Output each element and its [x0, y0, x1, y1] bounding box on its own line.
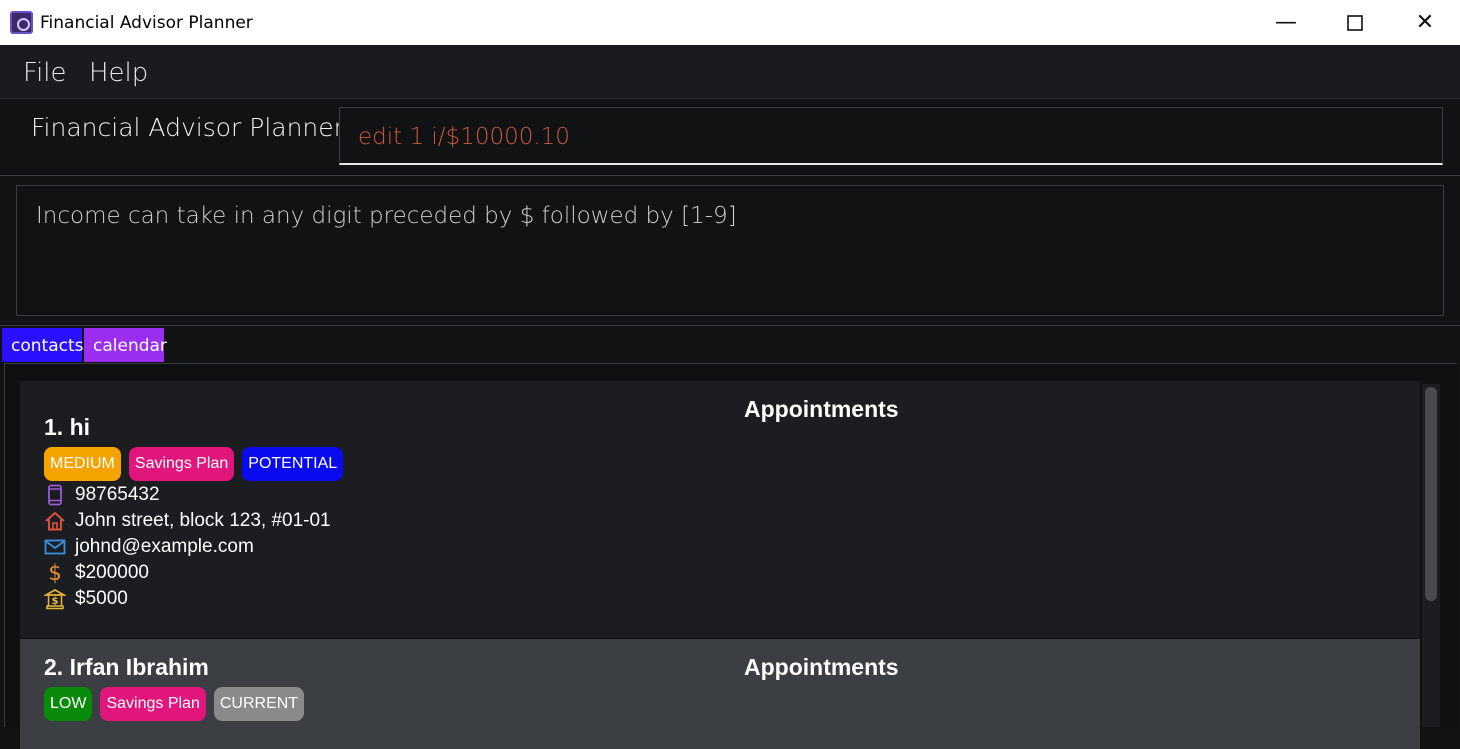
contact-list[interactable]: 1. hi MEDIUM Savings Plan POTENTIAL 987654… — [4, 363, 1457, 749]
tag-priority: LOW — [44, 687, 93, 721]
command-area: Financial Advisor Planner edit 1 i/$1000… — [0, 99, 1460, 176]
phone-icon — [48, 484, 62, 506]
maximize-icon — [1347, 15, 1363, 31]
home-icon — [45, 511, 65, 531]
menu-file[interactable]: File — [23, 58, 67, 88]
result-message: Income can take in any digit preceded by… — [36, 203, 737, 229]
tag-plan: Savings Plan — [128, 447, 235, 481]
email-icon — [44, 539, 66, 555]
income-value: $200000 — [75, 562, 149, 583]
command-input-value: edit 1 i/$10000.10 — [358, 124, 570, 150]
contact-card[interactable]: 2. Irfan Ibrahim LOW Savings Plan CURRENT … — [20, 639, 1420, 749]
contact-card[interactable]: 1. hi MEDIUM Savings Plan POTENTIAL 987654… — [20, 381, 1420, 638]
tag-status: CURRENT — [213, 687, 305, 721]
svg-text:$: $ — [52, 596, 59, 607]
appointments-heading: Appointments — [744, 654, 899, 680]
income-row: $ $200000 — [44, 560, 149, 586]
appointments-heading: Appointments — [744, 396, 899, 422]
divider — [0, 325, 1460, 326]
bank-icon: $ — [44, 589, 66, 610]
tag-status: POTENTIAL — [242, 447, 344, 481]
scrollbar[interactable] — [1422, 384, 1440, 727]
app-label: Financial Advisor Planner — [31, 113, 344, 142]
menu-help[interactable]: Help — [89, 58, 148, 88]
svg-text:$: $ — [48, 562, 61, 584]
close-button[interactable]: ✕ — [1401, 6, 1449, 40]
monthly-row: $ $5000 — [44, 586, 128, 612]
window-titlebar: Financial Advisor Planner — ✕ — [0, 0, 1460, 45]
minimize-button[interactable]: — — [1262, 6, 1310, 40]
dollar-icon: $ — [48, 562, 61, 584]
email-value: johnd@example.com — [75, 536, 254, 557]
scrollbar-thumb[interactable] — [1425, 387, 1437, 601]
address-row: John street, block 123, #01-01 — [44, 508, 331, 534]
result-display[interactable]: Income can take in any digit preceded by… — [16, 185, 1444, 316]
contact-name: 1. hi — [44, 414, 91, 440]
menu-bar: File Help — [0, 45, 1460, 99]
window-title: Financial Advisor Planner — [40, 13, 253, 33]
tab-calendar[interactable]: calendar — [84, 328, 167, 362]
email-row: johnd@example.com — [44, 534, 254, 560]
command-input[interactable]: edit 1 i/$10000.10 — [339, 107, 1443, 165]
maximize-button[interactable] — [1331, 6, 1379, 40]
phone-row: 98765432 — [44, 482, 160, 508]
app-logo-icon — [10, 11, 33, 34]
tag-plan: Savings Plan — [100, 687, 206, 721]
tag-priority: MEDIUM — [44, 447, 121, 481]
phone-value: 98765432 — [75, 484, 160, 505]
tab-contacts[interactable]: contacts — [2, 328, 83, 362]
tag-list: MEDIUM Savings Plan POTENTIAL — [44, 447, 351, 481]
address-value: John street, block 123, #01-01 — [75, 510, 331, 531]
tag-list: LOW Savings Plan CURRENT — [44, 687, 312, 721]
contact-name: 2. Irfan Ibrahim — [44, 654, 209, 680]
monthly-value: $5000 — [75, 588, 128, 609]
